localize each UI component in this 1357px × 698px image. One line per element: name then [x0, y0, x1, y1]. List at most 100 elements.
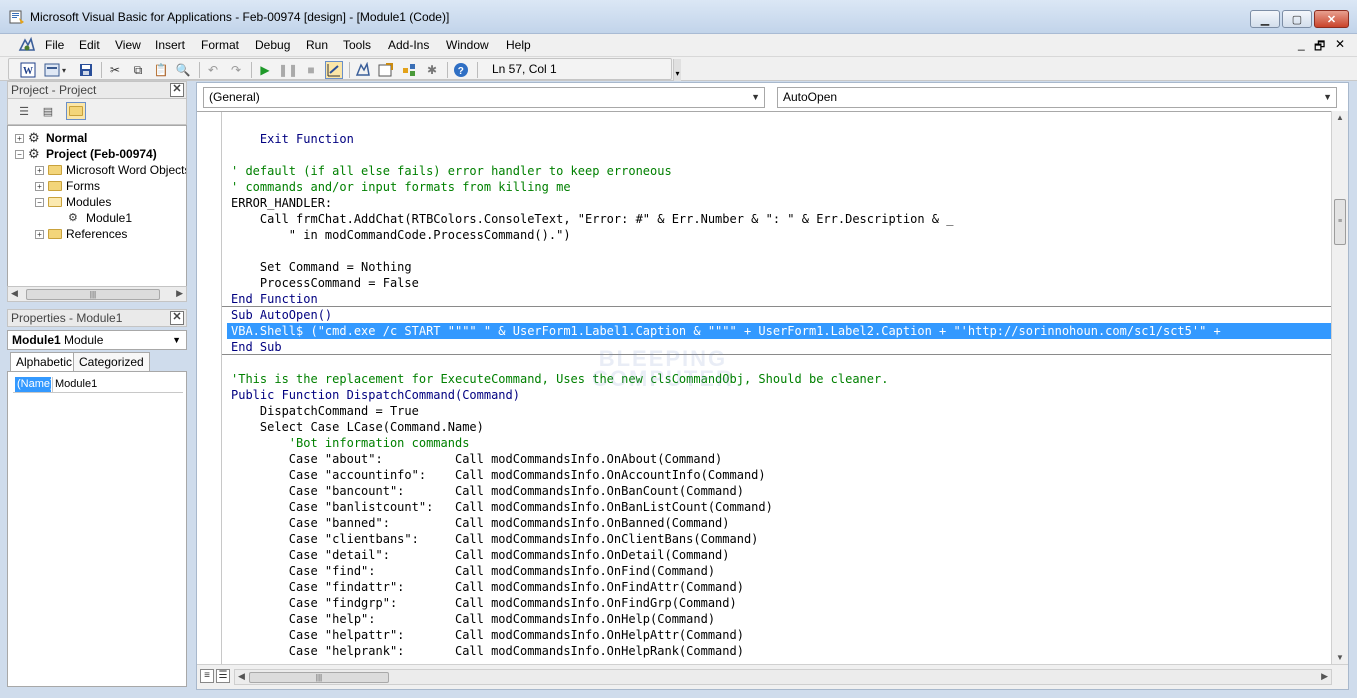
code-line[interactable]: Case "findattr": Call modCommandsInfo.On…: [231, 579, 1331, 595]
property-value[interactable]: Module1: [55, 377, 97, 392]
collapse-icon[interactable]: −: [35, 197, 44, 207]
code-line[interactable]: ' commands and/or input formats from kil…: [231, 179, 1331, 195]
scrollbar-thumb[interactable]: ≡: [1334, 199, 1346, 245]
collapse-icon[interactable]: −: [15, 149, 24, 159]
project-tree-scrollbar[interactable]: ◀ ||| ▶: [7, 286, 187, 302]
expand-icon[interactable]: +: [35, 181, 44, 191]
menu-insert[interactable]: Insert: [155, 38, 185, 52]
code-margin[interactable]: [197, 112, 222, 664]
code-line[interactable]: Case "detail": Call modCommandsInfo.OnDe…: [231, 547, 1331, 563]
vba-project-icon[interactable]: [17, 36, 37, 54]
code-line[interactable]: [231, 355, 1331, 371]
code-line[interactable]: Case "clientbans": Call modCommandsInfo.…: [231, 531, 1331, 547]
menu-file[interactable]: File: [45, 38, 64, 52]
menu-tools[interactable]: Tools: [343, 38, 371, 52]
design-mode-icon[interactable]: [325, 61, 343, 79]
properties-window-icon[interactable]: [377, 61, 395, 79]
toolbar-overflow-icon[interactable]: ▾: [673, 59, 681, 81]
project-explorer-icon[interactable]: [354, 61, 372, 79]
scrollbar-thumb[interactable]: |||: [26, 289, 160, 300]
code-lines[interactable]: Exit Function ' default (if all else fail…: [222, 131, 1331, 659]
toolbox-icon[interactable]: ✱: [423, 61, 441, 79]
mdi-close-icon[interactable]: ✕: [1335, 37, 1345, 51]
code-line[interactable]: Case "helprank": Call modCommandsInfo.On…: [231, 643, 1331, 659]
menu-run[interactable]: Run: [306, 38, 328, 52]
scroll-right-icon[interactable]: ▶: [1321, 671, 1328, 682]
expand-icon[interactable]: +: [35, 165, 44, 175]
menu-help[interactable]: Help: [506, 38, 531, 52]
selected-code-line[interactable]: VBA.Shell$ ("cmd.exe /c START """" " & U…: [227, 323, 1331, 339]
code-line[interactable]: Case "about": Call modCommandsInfo.OnAbo…: [231, 451, 1331, 467]
copy-icon[interactable]: ⧉: [129, 61, 147, 79]
scroll-left-icon[interactable]: ◀: [238, 671, 245, 682]
redo-icon[interactable]: ↷: [227, 61, 245, 79]
expand-icon[interactable]: +: [35, 229, 44, 239]
maximize-button[interactable]: ▢: [1282, 10, 1312, 28]
tree-item-word-objects[interactable]: + Microsoft Word Objects: [35, 162, 186, 178]
cut-icon[interactable]: ✂: [106, 61, 124, 79]
tree-item-forms[interactable]: + Forms: [35, 178, 100, 194]
view-object-icon[interactable]: ▤: [38, 102, 58, 120]
code-line[interactable]: ERROR_HANDLER:: [231, 195, 1331, 211]
code-line[interactable]: Set Command = Nothing: [231, 259, 1331, 275]
paste-icon[interactable]: 📋: [152, 61, 170, 79]
code-line[interactable]: ' default (if all else fails) error hand…: [231, 163, 1331, 179]
break-icon[interactable]: ❚❚: [278, 61, 298, 79]
procedure-combo[interactable]: AutoOpen ▼: [777, 87, 1337, 108]
code-line[interactable]: End Function: [222, 291, 1331, 307]
code-line[interactable]: Case "accountinfo": Call modCommandsInfo…: [231, 467, 1331, 483]
save-icon[interactable]: [77, 61, 95, 79]
code-vertical-scrollbar[interactable]: ▲ ≡ ▼: [1331, 111, 1348, 664]
menu-window[interactable]: Window: [446, 38, 489, 52]
scroll-right-icon[interactable]: ▶: [176, 288, 183, 299]
scroll-down-icon[interactable]: ▼: [1336, 653, 1344, 662]
scroll-left-icon[interactable]: ◀: [11, 288, 18, 299]
tree-item-normal[interactable]: + ⚙ Normal: [15, 130, 87, 146]
minimize-button[interactable]: ▁: [1250, 10, 1280, 28]
expand-icon[interactable]: +: [15, 133, 24, 143]
undo-icon[interactable]: ↶: [204, 61, 222, 79]
close-button[interactable]: ✕: [1314, 10, 1349, 28]
scroll-up-icon[interactable]: ▲: [1336, 113, 1344, 122]
code-line[interactable]: Call frmChat.AddChat(RTBColors.ConsoleTe…: [231, 211, 1331, 227]
reset-icon[interactable]: ■: [302, 61, 320, 79]
code-line[interactable]: " in modCommandCode.ProcessCommand()."): [231, 227, 1331, 243]
property-row[interactable]: (Name) Module1: [13, 377, 183, 393]
dropdown-arrow-icon[interactable]: ▾: [59, 61, 69, 79]
object-combo[interactable]: (General) ▼: [203, 87, 765, 108]
tree-item-module1[interactable]: ⚙ Module1: [68, 210, 132, 226]
tree-item-project[interactable]: − ⚙ Project (Feb-00974): [15, 146, 157, 162]
tab-categorized[interactable]: Categorized: [73, 352, 150, 372]
menu-format[interactable]: Format: [201, 38, 239, 52]
code-line[interactable]: Exit Function: [231, 131, 1331, 147]
code-line[interactable]: Select Case LCase(Command.Name): [231, 419, 1331, 435]
tab-alphabetic[interactable]: Alphabetic: [10, 352, 79, 373]
code-editor[interactable]: Exit Function ' default (if all else fail…: [197, 111, 1331, 664]
code-line[interactable]: Case "bancount": Call modCommandsInfo.On…: [231, 483, 1331, 499]
code-line[interactable]: 'Bot information commands: [231, 435, 1331, 451]
code-line[interactable]: End Sub: [222, 339, 1331, 355]
find-icon[interactable]: 🔍: [174, 61, 192, 79]
object-browser-icon[interactable]: [400, 61, 418, 79]
menu-edit[interactable]: Edit: [79, 38, 100, 52]
project-pane-close-icon[interactable]: ✕: [170, 83, 184, 97]
code-horizontal-scrollbar[interactable]: ◀ ||| ▶: [234, 669, 1332, 685]
scrollbar-thumb[interactable]: |||: [249, 672, 389, 683]
code-line[interactable]: Case "help": Call modCommandsInfo.OnHelp…: [231, 611, 1331, 627]
view-word-icon[interactable]: W: [19, 61, 37, 79]
help-icon[interactable]: ?: [452, 61, 470, 79]
code-line[interactable]: Case "findgrp": Call modCommandsInfo.OnF…: [231, 595, 1331, 611]
code-line[interactable]: Case "banlistcount": Call modCommandsInf…: [231, 499, 1331, 515]
code-line[interactable]: 'This is the replacement for ExecuteComm…: [231, 371, 1331, 387]
code-line[interactable]: ProcessCommand = False: [231, 275, 1331, 291]
menu-view[interactable]: View: [115, 38, 141, 52]
menu-debug[interactable]: Debug: [255, 38, 290, 52]
run-icon[interactable]: ▶: [256, 61, 274, 79]
mdi-minimize-icon[interactable]: _: [1298, 37, 1305, 51]
code-line[interactable]: DispatchCommand = True: [231, 403, 1331, 419]
full-module-view-icon[interactable]: ☰: [216, 669, 230, 683]
code-line[interactable]: Case "helpattr": Call modCommandsInfo.On…: [231, 627, 1331, 643]
view-code-icon[interactable]: ☰: [14, 102, 34, 120]
code-line[interactable]: Public Function DispatchCommand(Command): [231, 387, 1331, 403]
menu-add-ins[interactable]: Add-Ins: [388, 38, 429, 52]
